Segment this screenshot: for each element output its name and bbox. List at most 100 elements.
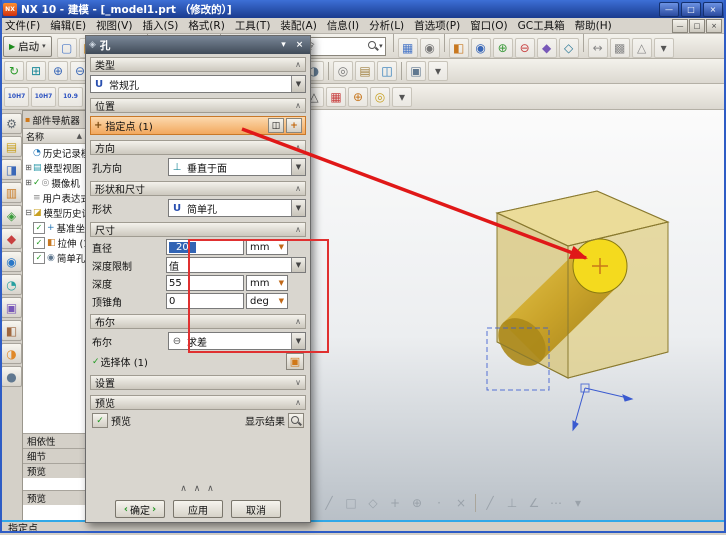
menu-format[interactable]: 格式(R) <box>183 18 230 34</box>
diameter-input[interactable]: 20 <box>166 239 244 255</box>
details-panel-header[interactable]: 细节 <box>23 448 85 463</box>
extrude-icon[interactable]: ◧ <box>449 38 469 58</box>
refresh-icon[interactable]: ↻ <box>4 61 24 81</box>
start-button[interactable]: ▶ 启动 ▾ <box>3 36 52 57</box>
sketch-point-button[interactable]: + <box>286 118 302 133</box>
gc-precision-icon[interactable]: 10.9 <box>58 87 83 107</box>
feature-checkbox[interactable]: ✓ <box>33 237 45 249</box>
section-type[interactable]: 类型 ∧ <box>90 57 306 72</box>
tree-item-history-mode[interactable]: ◔ 历史记录模式 <box>23 145 85 160</box>
snap-intersection-icon[interactable]: × <box>451 493 471 513</box>
mdi-minimize-button[interactable]: — <box>672 19 688 33</box>
dialog-options-icon[interactable]: ▾ <box>276 38 291 52</box>
show-result-button[interactable] <box>288 413 304 428</box>
search-icon[interactable] <box>367 40 379 52</box>
touch-mode-icon[interactable]: ◉ <box>420 38 440 58</box>
hole-direction-select[interactable]: ⊥ 垂直于面 ▼ <box>168 158 306 176</box>
shape-select[interactable]: U 简单孔 ▼ <box>168 199 306 217</box>
assembly-navigator-icon[interactable]: ▤ <box>1 136 22 157</box>
gc-tolerance-icon[interactable]: 10H7 <box>4 87 29 107</box>
history-palette-icon[interactable]: ◔ <box>1 274 22 295</box>
zoom-in-icon[interactable]: ⊕ <box>48 61 68 81</box>
hole-icon[interactable]: ◉ <box>471 38 491 58</box>
snap-rect-icon[interactable]: □ <box>341 493 361 513</box>
preview-panel-header[interactable]: 预览 <box>23 463 85 478</box>
section-direction[interactable]: 方向 ∧ <box>90 140 306 155</box>
window-icon[interactable]: ▦ <box>398 38 418 58</box>
feature-checkbox[interactable]: ✓ <box>33 222 45 234</box>
dialog-titlebar[interactable]: ◈ 孔 ▾ × <box>86 36 310 54</box>
depth-input[interactable]: 55 <box>166 275 244 291</box>
web-browser-icon[interactable]: ◉ <box>1 251 22 272</box>
tree-item-user-expressions[interactable]: ≡ 用户表达式 <box>23 190 85 205</box>
apply-button[interactable]: 应用 <box>173 500 223 518</box>
section-settings[interactable]: 设置 ∨ <box>90 375 306 390</box>
mdi-restore-button[interactable]: □ <box>689 19 705 33</box>
hole-type-select[interactable]: U 常规孔 ▼ <box>90 75 306 93</box>
gc-fit-icon[interactable]: 10H7 <box>31 87 56 107</box>
roles-icon[interactable]: ◑ <box>1 343 22 364</box>
tree-item-simple-hole[interactable]: ✓ ◉ 简单孔 (2) <box>23 250 85 265</box>
snap-more-icon[interactable]: ▾ <box>568 493 588 513</box>
preview-panel-header-2[interactable]: 预览 <box>23 490 85 505</box>
tree-item-model-history[interactable]: ⊟ ◪ 模型历史记录 <box>23 205 85 220</box>
hd3d-tools-icon[interactable]: ◆ <box>1 228 22 249</box>
menu-window[interactable]: 窗口(O) <box>465 18 512 34</box>
section-preview[interactable]: 预览 ∧ <box>90 395 306 410</box>
menu-gc-toolbox[interactable]: GC工具箱 <box>513 18 570 34</box>
depth-limit-select[interactable]: 值 ▼ <box>166 257 306 273</box>
cancel-button[interactable]: 取消 <box>231 500 281 518</box>
snapshot-icon[interactable]: ▣ <box>406 61 426 81</box>
tree-item-cameras[interactable]: ⊞ ✓ ◎ 摄像机 <box>23 175 85 190</box>
constraint-navigator-icon[interactable]: ◨ <box>1 159 22 180</box>
menu-insert[interactable]: 插入(S) <box>137 18 183 34</box>
edge-blend-icon[interactable]: ◆ <box>537 38 557 58</box>
body-cube-button[interactable]: ▣ <box>286 353 304 370</box>
show-hide-icon[interactable]: ◎ <box>333 61 353 81</box>
dialog-collapse-arrows[interactable]: ∧ ∧ ∧ <box>90 484 306 494</box>
system-materials-icon[interactable]: ● <box>1 366 22 387</box>
boolean-select[interactable]: ⊖ 求差 ▼ <box>168 332 306 350</box>
mdi-close-button[interactable]: × <box>706 19 722 33</box>
dropdown-arrow-icon[interactable]: ▼ <box>291 258 305 272</box>
snap-dot-icon[interactable]: · <box>429 493 449 513</box>
menu-analysis[interactable]: 分析(L) <box>364 18 409 34</box>
clip-section-icon[interactable]: ◫ <box>377 61 397 81</box>
select-body-row[interactable]: ✓ 选择体 (1) ▣ <box>90 353 306 370</box>
name-column-header[interactable]: 名称 ▲ <box>23 129 85 144</box>
tip-angle-unit-select[interactable]: deg ▼ <box>246 293 288 309</box>
menu-assemblies[interactable]: 装配(A) <box>275 18 321 34</box>
menu-file[interactable]: 文件(F) <box>0 18 45 34</box>
dependencies-panel-header[interactable]: 相依性 <box>23 433 85 448</box>
layer-settings-icon[interactable]: ▤ <box>355 61 375 81</box>
dropdown-arrow-icon[interactable]: ▼ <box>291 159 305 175</box>
row3-more-icon[interactable]: ▾ <box>392 87 412 107</box>
row2-more-icon[interactable]: ▾ <box>428 61 448 81</box>
part-navigator-icon[interactable]: ▥ <box>1 182 22 203</box>
mirror-icon[interactable]: △ <box>632 38 652 58</box>
target-point-icon[interactable]: ⊕ <box>348 87 368 107</box>
snap-slash-icon[interactable]: ╱ <box>480 493 500 513</box>
point-dialog-button[interactable]: ◫ <box>268 118 284 133</box>
tip-angle-input[interactable]: 0 <box>166 293 244 309</box>
pattern-feature-icon[interactable]: ▩ <box>610 38 630 58</box>
preview-checkbox[interactable]: ✓ <box>92 413 108 428</box>
feature-checkbox[interactable]: ✓ <box>33 252 45 264</box>
section-shape-size[interactable]: 形状和尺寸 ∧ <box>90 181 306 196</box>
snap-point-icon[interactable]: + <box>385 493 405 513</box>
window-titlebar[interactable]: NX NX 10 - 建模 - [_model1.prt （修改的）] — □ … <box>0 0 726 18</box>
menu-edit[interactable]: 编辑(E) <box>45 18 91 34</box>
expander-icon[interactable]: ⊞ <box>24 178 33 187</box>
snap-ellipsis-icon[interactable]: ⋯ <box>546 493 566 513</box>
menu-preferences[interactable]: 首选项(P) <box>409 18 465 34</box>
fit-view-icon[interactable]: ⊞ <box>26 61 46 81</box>
diameter-unit-select[interactable]: mm ▼ <box>246 239 288 255</box>
dropdown-arrow-icon[interactable]: ▼ <box>291 333 305 349</box>
snap-center-icon[interactable]: ⊕ <box>407 493 427 513</box>
menu-view[interactable]: 视图(V) <box>91 18 137 34</box>
close-button[interactable]: × <box>703 2 723 17</box>
dropdown-arrow-icon[interactable]: ▼ <box>291 76 305 92</box>
maximize-button[interactable]: □ <box>681 2 701 17</box>
reuse-library-icon[interactable]: ◈ <box>1 205 22 226</box>
menu-information[interactable]: 信息(I) <box>322 18 364 34</box>
